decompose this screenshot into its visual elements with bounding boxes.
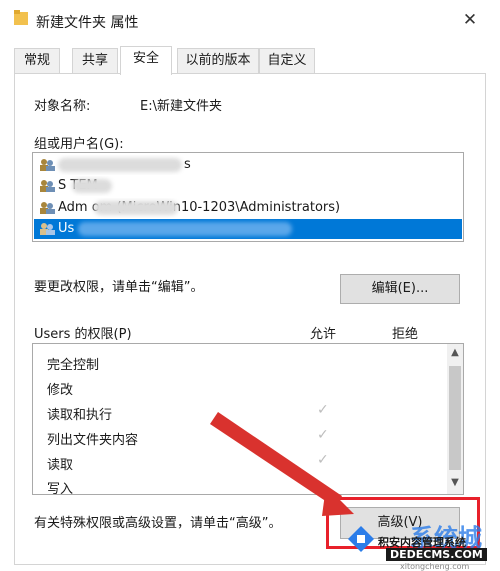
permission-name: 读取和执行: [47, 408, 113, 423]
scroll-up-icon[interactable]: ▲: [450, 348, 460, 358]
users-icon: [40, 159, 55, 171]
check-icon: ✓: [317, 427, 329, 443]
permission-name: 列出文件夹内容: [47, 433, 139, 448]
users-icon: [40, 202, 55, 214]
folder-icon: [14, 10, 28, 25]
allow-header: 允许: [310, 327, 337, 342]
edit-button[interactable]: 编辑(E)...: [340, 274, 460, 304]
scroll-thumb[interactable]: [449, 366, 461, 470]
object-name-label: 对象名称:: [34, 99, 91, 114]
permission-name: 修改: [47, 383, 74, 398]
list-item[interactable]: Adm om (MicroWin10-1203\Administrators): [34, 198, 462, 218]
permission-name: 读取: [47, 458, 74, 473]
tab-general[interactable]: 常规: [14, 48, 60, 73]
users-icon: [40, 223, 55, 235]
permission-name: 写入: [47, 482, 74, 495]
permissions-list[interactable]: 完全控制 修改 读取和执行 列出文件夹内容 读取 写入 ✓ ✓ ✓ ▲ ▼: [32, 343, 464, 495]
group-user-list[interactable]: s S TEM Adm om (MicroWin10-1203\Administ…: [32, 152, 464, 242]
watermark-line4: xitongcheng.com: [400, 562, 470, 571]
permissions-title: Users 的权限(P): [34, 327, 132, 342]
list-item[interactable]: s: [34, 155, 462, 175]
tab-security[interactable]: 安全: [120, 46, 172, 75]
check-icon: ✓: [317, 402, 329, 418]
watermark: 系统城 积安内容管理系统 DEDECMS.COM xitongcheng.com: [340, 518, 500, 571]
check-icon: ✓: [317, 452, 329, 468]
list-item-text: Us: [58, 221, 75, 236]
watermark-line3: DEDECMS.COM: [386, 548, 487, 561]
permission-name: 完全控制: [47, 358, 100, 373]
permissions-scrollbar[interactable]: ▲ ▼: [447, 344, 463, 494]
deny-header: 拒绝: [392, 327, 419, 342]
list-item[interactable]: S TEM: [34, 176, 462, 196]
tab-customize[interactable]: 自定义: [259, 48, 315, 73]
object-name-value: E:\新建文件夹: [140, 99, 222, 114]
windows-logo-icon: [348, 526, 374, 552]
list-item-text: s: [184, 157, 191, 172]
edit-hint: 要更改权限，请单击“编辑”。: [34, 280, 204, 295]
scroll-down-icon[interactable]: ▼: [450, 478, 460, 488]
close-button[interactable]: ✕: [458, 8, 482, 32]
title-bar: 新建文件夹 属性 ✕: [0, 0, 500, 40]
tab-previous-versions[interactable]: 以前的版本: [177, 48, 259, 73]
group-list-label: 组或用户名(G):: [34, 137, 124, 152]
advanced-hint: 有关特殊权限或高级设置，请单击“高级”。: [34, 516, 282, 531]
window-title: 新建文件夹 属性: [36, 15, 139, 31]
list-item-selected[interactable]: Us: [34, 219, 462, 239]
tab-sharing[interactable]: 共享: [72, 48, 118, 73]
users-icon: [40, 180, 55, 192]
